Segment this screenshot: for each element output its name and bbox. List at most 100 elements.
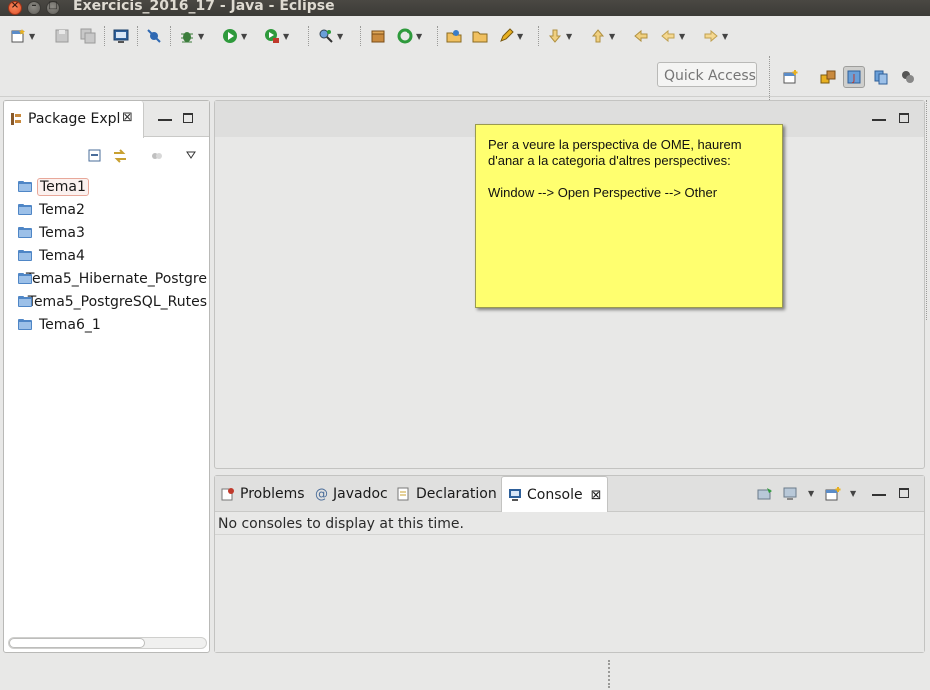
tree-item-tema5-hibernate[interactable]: Tema5_Hibernate_Postgre (4, 267, 209, 290)
project-folder-icon (18, 250, 32, 261)
tab-problems[interactable]: Problems (221, 476, 305, 512)
display-console-icon[interactable] (783, 487, 799, 501)
debug-perspective-button[interactable] (870, 66, 892, 88)
minimize-view-button[interactable] (158, 113, 172, 121)
problems-icon (221, 488, 234, 501)
save-all-button[interactable] (80, 26, 96, 46)
open-type-button[interactable] (446, 26, 462, 46)
java-perspective-button[interactable]: J (843, 66, 865, 88)
status-bar-separator (608, 660, 610, 688)
collapse-all-icon[interactable] (88, 149, 102, 163)
project-folder-icon (18, 181, 32, 192)
tree-item-tema1[interactable]: Tema1 (4, 175, 209, 198)
last-edit-button[interactable] (633, 26, 649, 46)
debug-perspective-icon (874, 70, 888, 85)
java-perspective-icon: J (847, 70, 861, 84)
tab-console[interactable]: Console ⊠ (501, 476, 609, 513)
maximize-icon: □ (48, 0, 58, 11)
debug-button[interactable]: ▼ (179, 26, 204, 46)
search-button[interactable]: ▼ (318, 26, 343, 46)
javadoc-icon: @ (315, 486, 328, 502)
last-edit-icon (634, 29, 648, 43)
tree-item-tema5-postgresql[interactable]: Tema5_PostgreSQL_Rutes (4, 290, 209, 313)
pin-console-icon[interactable] (757, 487, 773, 501)
note-text-line2: Window --> Open Perspective --> Other (488, 185, 718, 200)
team-perspective-icon (902, 71, 914, 83)
svg-text:J: J (852, 73, 856, 84)
save-button[interactable] (54, 26, 70, 46)
maximize-panel-button[interactable] (899, 488, 909, 498)
run-external-button[interactable]: ▼ (264, 26, 289, 46)
pen-button[interactable]: ▼ (498, 26, 523, 46)
next-annotation-button[interactable]: ▼ (547, 26, 572, 46)
back-button[interactable]: ▼ (660, 26, 685, 46)
tree-item-label: Tema6_1 (39, 316, 101, 333)
terminal-icon (113, 29, 129, 43)
project-tree: Tema1 Tema2 Tema3 Tema4 Tema5_Hibernate_… (4, 175, 209, 336)
view-menu-icon[interactable] (186, 151, 196, 159)
project-folder-icon (18, 204, 32, 215)
open-console-icon[interactable] (825, 487, 841, 501)
maximize-view-button[interactable] (183, 113, 193, 123)
java-ee-perspective-icon (820, 70, 836, 84)
refresh-button[interactable]: ▼ (397, 26, 422, 46)
pen-icon (500, 28, 514, 42)
back-icon (661, 29, 675, 43)
tree-item-tema4[interactable]: Tema4 (4, 244, 209, 267)
debug-icon (181, 32, 193, 43)
declaration-icon (397, 487, 409, 501)
open-folder-button[interactable] (472, 26, 488, 46)
close-icon: × (10, 0, 20, 11)
focus-icon[interactable] (150, 149, 164, 163)
link-with-editor-icon[interactable] (112, 148, 128, 164)
package-explorer-view: Package Expl ⊠ Tema1 Tema2 Tema3 Tema4 T… (3, 100, 210, 653)
minimize-editor-button[interactable] (872, 113, 886, 121)
save-icon (55, 29, 69, 43)
console-body: No consoles to display at this time. (215, 512, 924, 652)
project-folder-icon (18, 296, 32, 307)
maximize-editor-button[interactable] (899, 113, 909, 123)
tab-package-explorer[interactable]: Package Expl ⊠ (4, 101, 144, 138)
tree-item-tema3[interactable]: Tema3 (4, 221, 209, 244)
tree-item-label: Tema4 (39, 247, 85, 264)
save-all-icon (80, 28, 96, 44)
open-perspective-icon (783, 70, 798, 84)
horizontal-scrollbar[interactable] (8, 637, 207, 649)
close-icon[interactable]: ⊠ (591, 488, 602, 503)
forward-button[interactable]: ▼ (703, 26, 728, 46)
previous-annotation-icon (591, 29, 605, 43)
run-button[interactable]: ▼ (222, 26, 247, 46)
tree-item-tema2[interactable]: Tema2 (4, 198, 209, 221)
tab-declaration[interactable]: Declaration (397, 476, 497, 512)
java-ee-perspective-button[interactable] (817, 66, 839, 88)
window-maximize-button[interactable]: □ (46, 0, 60, 15)
team-perspective-button[interactable] (897, 66, 919, 88)
tree-item-label: Tema5_PostgreSQL_Rutes (27, 293, 207, 310)
window-minimize-button[interactable]: – (27, 0, 41, 15)
bottom-panel-tabbar: Problems @ Javadoc Declaration Console ⊠… (215, 476, 924, 513)
new-button[interactable]: ▼ (10, 26, 35, 46)
tab-javadoc[interactable]: @ Javadoc (315, 476, 388, 512)
package-explorer-tab-label: Package Expl (28, 111, 121, 127)
minimize-panel-button[interactable] (872, 488, 886, 496)
window-close-button[interactable]: × (8, 0, 22, 15)
open-type-icon (446, 30, 462, 43)
close-icon[interactable]: ⊠ (122, 110, 133, 125)
window-title: Exercicis_2016_17 - Java - Eclipse (73, 0, 335, 14)
tree-item-label: Tema2 (39, 201, 85, 218)
new-package-icon (371, 30, 385, 43)
skip-breakpoints-button[interactable] (146, 26, 162, 46)
open-perspective-button[interactable] (779, 66, 801, 88)
previous-annotation-button[interactable]: ▼ (590, 26, 615, 46)
tab-label: Declaration (416, 486, 497, 502)
sticky-note: Per a veure la perspectiva de OME, haure… (475, 124, 783, 308)
new-package-button[interactable] (370, 26, 386, 46)
scrollbar-thumb[interactable] (9, 638, 145, 648)
tab-label: Problems (240, 486, 305, 502)
next-annotation-icon (548, 29, 562, 43)
terminal-button[interactable] (113, 26, 129, 46)
refresh-icon (397, 28, 413, 44)
quick-access-input[interactable] (657, 62, 757, 87)
search-icon (319, 29, 333, 43)
tree-item-tema6-1[interactable]: Tema6_1 (4, 313, 209, 336)
